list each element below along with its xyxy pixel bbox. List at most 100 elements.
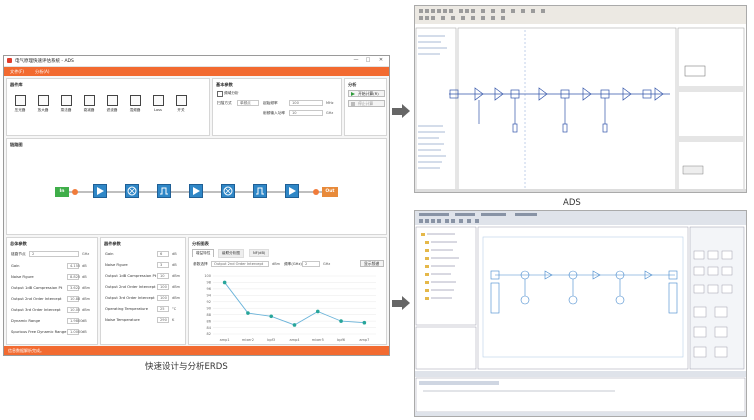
output-param-unit: dBm — [82, 286, 91, 290]
mixer-icon — [129, 95, 141, 106]
run-analysis-button[interactable]: 开始计算(R) — [348, 90, 385, 97]
stop-icon — [351, 102, 355, 106]
chain-panel: 链路图 In Out — [6, 138, 387, 235]
output-param-label: Output 3rd Order Intercept — [11, 308, 61, 312]
power-unit: GHz — [326, 111, 334, 115]
chart-freq-label: 频率(GHz) — [284, 262, 302, 266]
output-param-value[interactable]: 4.155 — [67, 263, 80, 269]
tab-gain[interactable]: 增益特性 — [192, 249, 215, 257]
basic-params-title: 基本参数 — [216, 82, 233, 87]
output-param-value[interactable]: 10.05 — [67, 307, 80, 313]
device-param-value[interactable]: 6 — [157, 251, 169, 257]
output-param-value[interactable]: 1.0000 — [67, 329, 83, 335]
node-select[interactable]: 2 — [29, 251, 79, 257]
output-param-value[interactable]: 3.622 — [67, 285, 80, 291]
device-param-value[interactable]: 3 — [157, 262, 169, 268]
maximize-button[interactable]: □ — [364, 57, 372, 64]
chain-bpf6[interactable] — [253, 184, 267, 198]
input-port[interactable]: In — [55, 187, 69, 197]
chain-amp4[interactable] — [189, 184, 203, 198]
output-param-label: Output 2nd Order Intercept — [11, 297, 62, 301]
device-param-unit: dBm — [172, 285, 181, 289]
device-mixer[interactable]: 混频器 — [126, 95, 144, 113]
x-tick-label: amp1 — [220, 338, 230, 342]
power-input[interactable]: 10 — [289, 110, 323, 116]
device-library-panel: 器件库 压光器 放大器 乘法器 衰减器 滤波器 混频器 Loss 开关 — [6, 78, 210, 136]
data-point[interactable] — [292, 323, 297, 327]
attenuator-icon — [83, 95, 95, 106]
chain-amp7[interactable] — [285, 184, 299, 198]
menu-bar: 文件(F) 分析(A) — [4, 67, 389, 76]
param-select[interactable]: Output 2nd Order Intercept — [211, 261, 269, 267]
data-point[interactable] — [362, 320, 367, 325]
output-param-unit: dBm — [82, 297, 91, 301]
show-spectrum-button[interactable]: 显示频谱 — [360, 260, 384, 267]
device-param-unit: dB — [172, 252, 177, 256]
play-icon — [351, 92, 355, 96]
close-button[interactable]: ✕ — [377, 57, 385, 64]
tab-nf[interactable]: NF(dB) — [249, 249, 270, 257]
device-param-value[interactable]: 100 — [157, 295, 169, 301]
device-isolator[interactable]: 压光器 — [11, 95, 29, 113]
data-point[interactable] — [339, 319, 343, 323]
freq-input[interactable]: 100 — [289, 100, 323, 106]
input-node-icon — [72, 189, 78, 195]
output-param-label: Spurious Free Dynamic Range — [11, 330, 67, 334]
arrow-bottom-shaft — [392, 300, 402, 307]
param-select-label: 参数选择 — [193, 262, 208, 266]
analysis-panel: 分析 开始计算(R) 停止计算 — [344, 78, 387, 136]
menu-file[interactable]: 文件(F) — [10, 69, 24, 75]
chain-mixer5[interactable] — [221, 184, 235, 198]
chain-bpf3[interactable] — [157, 184, 171, 198]
device-param-value[interactable]: 25 — [157, 306, 169, 312]
device-params-title: 器件参数 — [104, 241, 121, 246]
output-param-value[interactable]: 8.825 — [67, 274, 80, 280]
output-param-unit: dBm — [82, 308, 91, 312]
device-param-label: Output 1dB Compression Pt — [105, 274, 157, 278]
switch-icon — [175, 95, 187, 106]
device-filter[interactable]: 滤波器 — [103, 95, 121, 113]
systemvue-schematic-image — [415, 211, 746, 416]
device-param-value[interactable]: 10 — [157, 273, 169, 279]
arrow-top-shaft — [392, 108, 402, 115]
chart-freq-unit: GHz — [323, 262, 331, 266]
scan-mode-select[interactable]: 单频点 — [237, 100, 259, 106]
y-tick-label: 84 — [207, 326, 212, 330]
output-port[interactable]: Out — [322, 187, 338, 197]
chain-amp1[interactable] — [93, 184, 107, 198]
data-point[interactable] — [269, 314, 274, 319]
device-param-value[interactable]: 100 — [157, 284, 169, 290]
y-tick-label: 86 — [207, 319, 211, 323]
menu-analysis[interactable]: 分析(A) — [35, 69, 50, 75]
ads-caption: ADS — [563, 198, 581, 208]
app-logo-icon — [7, 58, 12, 63]
data-point[interactable] — [246, 311, 250, 315]
output-param-label: Gain — [11, 264, 20, 268]
device-attenuator[interactable]: 衰减器 — [80, 95, 98, 113]
device-loss[interactable]: Loss — [149, 95, 167, 112]
x-tick-label: amp7 — [359, 338, 369, 342]
output-param-value[interactable]: 10.88 — [67, 296, 80, 302]
result-line-chart: 100 98 96 94 92 90 88 86 84 82 amp1 mixer2 bpf3 amp4 m… — [204, 274, 376, 342]
device-param-unit: dBm — [172, 296, 181, 300]
device-param-unit: dBm — [172, 274, 181, 278]
device-param-label: Output 3rd Order Intercept — [105, 296, 155, 300]
stop-analysis-button[interactable]: 停止计算 — [348, 100, 385, 107]
output-param-value[interactable]: 1.9800 — [67, 318, 83, 324]
data-point[interactable] — [315, 309, 320, 314]
chain-mixer2[interactable] — [125, 184, 139, 198]
minimize-button[interactable]: — — [352, 57, 360, 64]
data-point[interactable] — [222, 280, 227, 285]
device-amplifier[interactable]: 放大器 — [34, 95, 52, 113]
freq-analysis-checkbox[interactable] — [217, 91, 223, 97]
x-tick-label: amp4 — [289, 338, 300, 342]
tab-cascade[interactable]: 级联分析图 — [218, 249, 244, 258]
device-switch[interactable]: 开关 — [172, 95, 190, 113]
device-multiplier[interactable]: 乘法器 — [57, 95, 75, 113]
device-params-panel: 器件参数 Gain 6 dB Noise Figure 3 dB Output 1dB Co… — [100, 237, 186, 345]
output-param-label: Noise Figure — [11, 275, 34, 279]
loss-icon — [152, 95, 164, 106]
device-param-value[interactable]: 290 — [157, 317, 169, 323]
y-tick-label: 96 — [207, 287, 211, 291]
chart-freq-select[interactable]: 2 — [302, 261, 320, 267]
